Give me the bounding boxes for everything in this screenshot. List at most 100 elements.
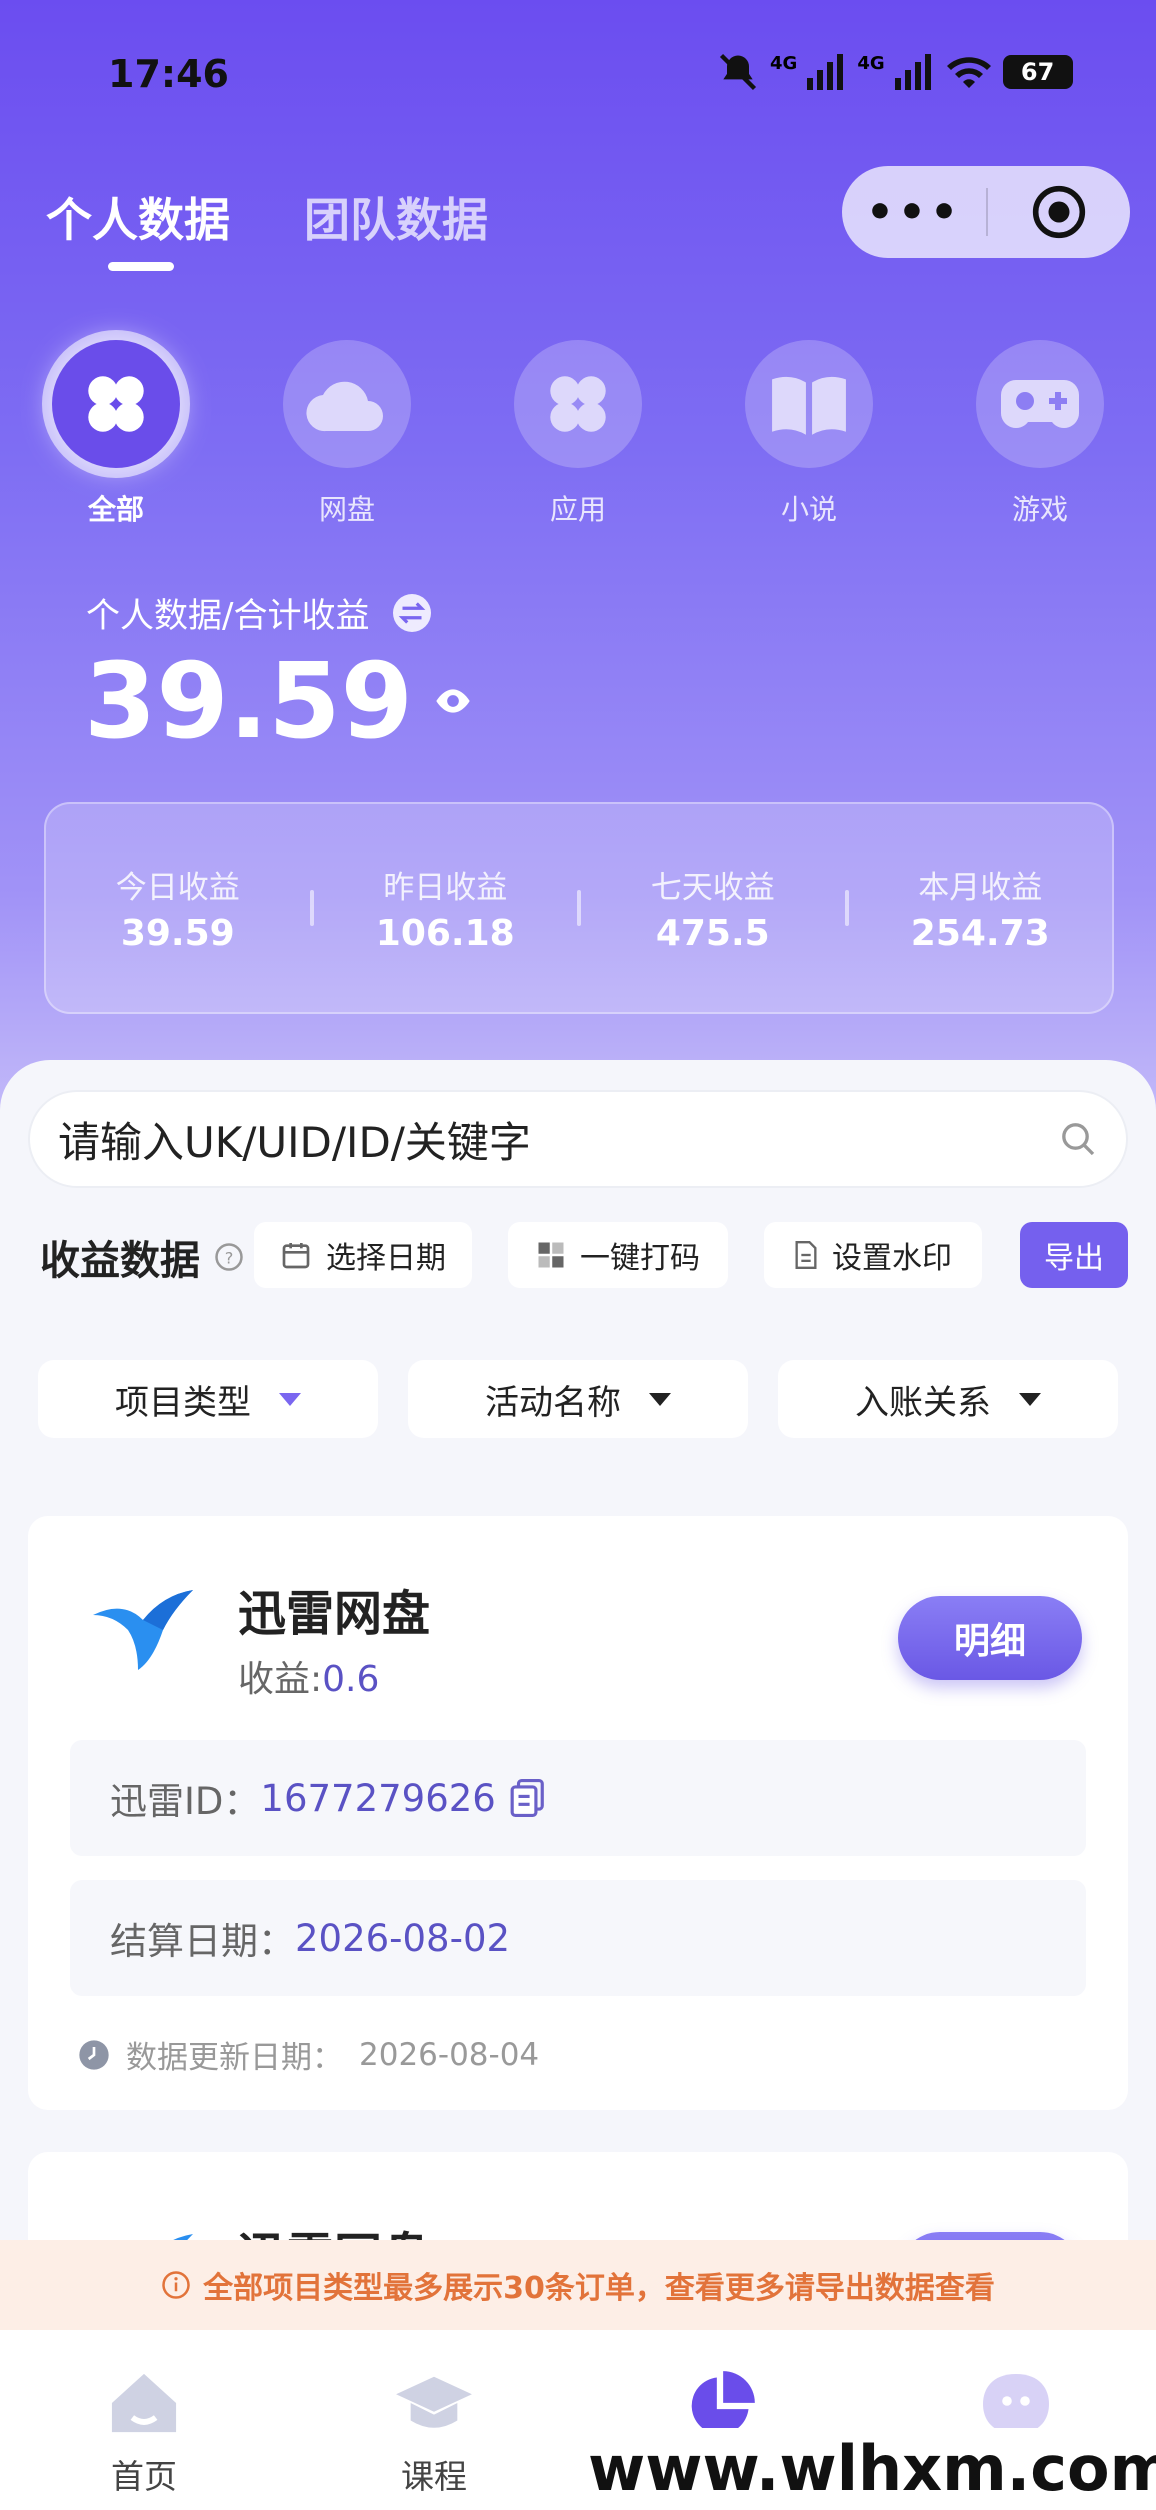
copy-icon[interactable] — [510, 1779, 546, 1817]
category-all-circle — [52, 340, 180, 468]
category-label: 游戏 — [1011, 493, 1068, 526]
earnings-card: 迅雷网盘 收益:0.6 明细 迅雷ID： 1677279626 结算日期： 20… — [28, 1516, 1128, 2110]
select-date-button[interactable]: 选择日期 — [254, 1222, 472, 1288]
target-icon — [1032, 185, 1086, 239]
stat-seven-days: 七天收益 475.5 — [581, 862, 845, 954]
filter-label: 入账关系 — [855, 1382, 991, 1423]
search-icon[interactable] — [1058, 1119, 1098, 1159]
summary-total-row: 39.59 — [84, 640, 473, 762]
help-icon[interactable]: ? — [214, 1242, 244, 1272]
earnings-section-header: 收益数据 ? — [40, 1228, 244, 1286]
update-label: 数据更新日期： — [126, 2040, 343, 2076]
summary-title: 个人数据/合计收益 — [86, 596, 370, 636]
category-novel-circle — [745, 340, 873, 468]
filter-activity-name[interactable]: 活动名称 — [408, 1360, 748, 1438]
export-button[interactable]: 导出 — [1020, 1222, 1128, 1288]
detail-label: 明细 — [953, 1621, 1026, 1662]
calendar-icon — [282, 1243, 310, 1269]
caret-down-icon — [1019, 1392, 1041, 1406]
update-date-row: 数据更新日期： 2026-08-04 — [78, 2032, 539, 2077]
document-icon — [795, 1241, 817, 1269]
select-date-label: 选择日期 — [326, 1241, 446, 1276]
set-watermark-button[interactable]: 设置水印 — [764, 1222, 982, 1288]
search-bar[interactable]: 请输入UK/UID/ID/关键字 — [28, 1090, 1128, 1188]
status-icons: 4G 4G 67 — [716, 50, 1073, 94]
status-time: 17:46 — [108, 52, 229, 96]
category-label: 网盘 — [318, 493, 375, 526]
stat-value: 475.5 — [655, 913, 770, 954]
income-label: 收益: — [238, 1659, 323, 1700]
settle-label: 结算日期： — [110, 1920, 295, 1963]
filter-label: 活动名称 — [485, 1382, 621, 1423]
category-label: 全部 — [87, 493, 144, 526]
category-label: 小说 — [780, 493, 837, 526]
stat-value: 106.18 — [375, 913, 515, 954]
info-icon — [162, 2271, 190, 2299]
section-title: 收益数据 — [40, 1238, 200, 1284]
stat-label: 昨日收益 — [383, 870, 508, 906]
graduation-cap-icon — [396, 2376, 472, 2428]
filter-project-type[interactable]: 项目类型 — [38, 1360, 378, 1438]
wifi-icon — [946, 57, 991, 88]
card-income: 收益:0.6 — [238, 1650, 379, 1702]
update-value: 2026-08-04 — [359, 2036, 540, 2073]
stat-value: 254.73 — [910, 913, 1050, 954]
active-tab-indicator — [108, 262, 174, 271]
stat-value: 39.59 — [120, 913, 235, 954]
grid-four-icon — [88, 376, 144, 432]
detail-button[interactable]: 明细 — [898, 1596, 1082, 1680]
stat-yesterday: 昨日收益 106.18 — [314, 862, 578, 954]
filter-account-relation[interactable]: 入账关系 — [778, 1360, 1118, 1438]
stat-today: 今日收益 39.59 — [46, 862, 310, 954]
summary-total: 39.59 — [84, 640, 413, 762]
settle-value: 2026-08-02 — [295, 1916, 511, 1960]
stat-label: 七天收益 — [650, 870, 775, 906]
nav-label: 首页 — [111, 2457, 177, 2496]
stat-month: 本月收益 254.73 — [849, 862, 1113, 954]
clock-icon — [79, 2039, 109, 2070]
nav-courses[interactable]: 课程 — [354, 2368, 514, 2498]
summary-title-row: 个人数据/合计收益 — [86, 588, 432, 637]
filter-label: 项目类型 — [115, 1382, 251, 1423]
category-games-circle — [976, 340, 1104, 468]
more-menu-button[interactable]: ••• — [842, 187, 986, 238]
earnings-stats-panel: 今日收益 39.59 昨日收益 106.18 七天收益 475.5 本月收益 254.7… — [44, 802, 1114, 1014]
battery-icon: 67 — [1002, 55, 1073, 89]
swap-icon[interactable] — [393, 593, 432, 632]
category-novel[interactable]: 小说 — [745, 340, 873, 528]
category-games[interactable]: 游戏 — [976, 340, 1104, 528]
signal-icon — [894, 54, 931, 90]
tab-team-data[interactable]: 团队数据 — [304, 184, 488, 250]
battery-level: 67 — [1020, 58, 1055, 86]
watermark-label: 设置水印 — [832, 1241, 952, 1276]
card-title: 迅雷网盘 — [238, 1586, 431, 1642]
category-apps-circle — [514, 340, 642, 468]
notice-banner: 全部项目类型最多展示30条订单，查看更多请导出数据查看 — [0, 2240, 1156, 2330]
eye-icon[interactable] — [433, 686, 473, 716]
settlement-date-row: 结算日期： 2026-08-02 — [70, 1880, 1086, 1996]
nav-home[interactable]: 首页 — [64, 2368, 224, 2498]
miniprogram-capsule: ••• — [842, 166, 1130, 258]
signal-icon — [807, 54, 844, 90]
xunlei-logo — [88, 1580, 198, 1674]
category-netdisk[interactable]: 网盘 — [283, 340, 411, 528]
category-all[interactable]: 全部 — [52, 340, 180, 528]
stat-label: 本月收益 — [918, 870, 1043, 906]
stat-label: 今日收益 — [115, 870, 240, 906]
mosaic-icon — [538, 1242, 564, 1268]
net-type-1: 4G — [770, 52, 798, 74]
close-miniprogram-button[interactable] — [988, 184, 1130, 240]
category-label: 应用 — [549, 493, 606, 526]
one-click-mask-button[interactable]: 一键打码 — [508, 1222, 728, 1288]
bird-logo-icon — [93, 1590, 193, 1670]
cloud-icon — [306, 381, 383, 432]
category-apps[interactable]: 应用 — [514, 340, 642, 528]
id-label: 迅雷ID： — [110, 1780, 261, 1823]
grid-four-icon — [550, 376, 606, 432]
mask-label: 一键打码 — [580, 1241, 700, 1276]
notice-text: 全部项目类型最多展示30条订单，查看更多请导出数据查看 — [203, 2271, 995, 2306]
search-input[interactable]: 请输入UK/UID/ID/关键字 — [58, 1109, 1058, 1170]
id-value: 1677279626 — [260, 1776, 496, 1820]
home-icon — [111, 2373, 177, 2433]
tab-personal-data[interactable]: 个人数据 — [46, 184, 230, 250]
